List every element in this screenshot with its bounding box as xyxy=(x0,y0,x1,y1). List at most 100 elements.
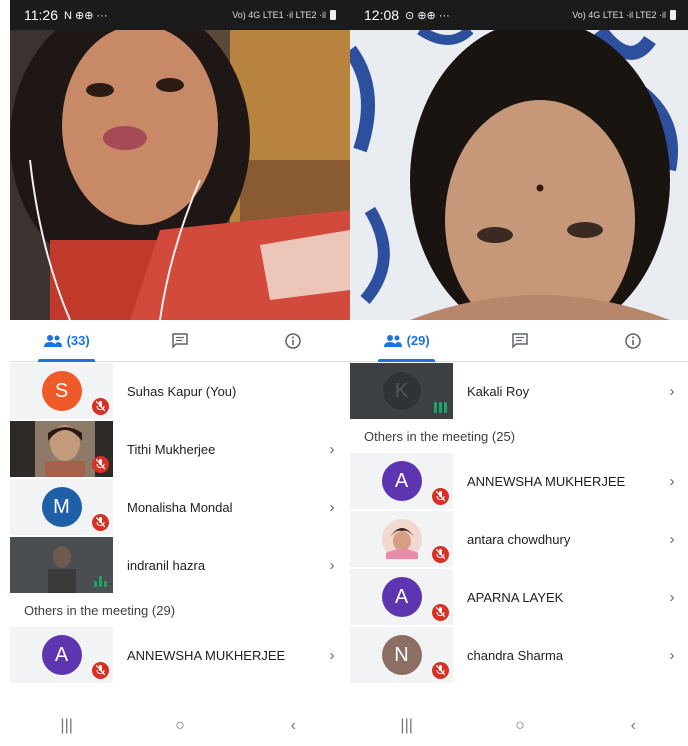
participant-row[interactable]: indranil hazra › xyxy=(10,536,350,594)
speaking-indicator-icon xyxy=(434,402,447,413)
main-video-feed[interactable] xyxy=(10,30,350,320)
tab-people[interactable]: (33) xyxy=(10,320,123,362)
participants-tabs: (29) xyxy=(350,320,688,362)
chevron-right-icon[interactable]: › xyxy=(320,441,344,458)
video-frame xyxy=(10,30,350,320)
android-nav-bar: ||| ○ ‹ xyxy=(10,706,350,746)
participant-video-thumbnail xyxy=(10,537,113,593)
participant-row[interactable]: N chandra Sharma › xyxy=(350,626,688,684)
mic-off-icon xyxy=(432,662,449,679)
battery-icon xyxy=(330,10,336,20)
chevron-right-icon[interactable]: › xyxy=(660,531,684,548)
signal-text: Vo) 4G LTE1 ·il LTE2 ·il xyxy=(572,10,666,20)
tab-people[interactable]: (29) xyxy=(350,320,463,362)
tab-chat[interactable] xyxy=(463,320,576,362)
avatar: A xyxy=(41,635,82,675)
tab-info[interactable] xyxy=(577,320,688,362)
participant-name: antara chowdhury xyxy=(467,531,571,547)
speaking-indicator-icon xyxy=(94,576,107,587)
chevron-right-icon[interactable]: › xyxy=(660,383,684,400)
people-count: (29) xyxy=(406,333,430,348)
participant-list: K Kakali Roy › Others in the meeting (25… xyxy=(350,362,688,684)
participant-name: Suhas Kapur (You) xyxy=(127,383,237,399)
participant-thumbnail: N xyxy=(350,627,453,683)
back-button[interactable]: ‹ xyxy=(603,717,663,735)
chevron-right-icon[interactable]: › xyxy=(320,499,344,516)
participant-thumbnail: A xyxy=(350,569,453,625)
back-button[interactable]: ‹ xyxy=(263,717,323,735)
participant-name: APARNA LAYEK xyxy=(467,589,564,605)
signal-text: Vo) 4G LTE1 ·il LTE2 ·il xyxy=(232,10,326,20)
participant-row[interactable]: M Monalisha Mondal › xyxy=(10,478,350,536)
avatar: N xyxy=(381,635,422,675)
mic-off-icon xyxy=(92,456,109,473)
status-icons: ⊙ ⊕⊕ ··· xyxy=(405,9,450,22)
left-phone-screen: 11:26 N ⊕⊕ ··· Vo) 4G LTE1 ·il LTE2 ·il xyxy=(10,0,350,746)
participant-row[interactable]: Tithi Mukherjee › xyxy=(10,420,350,478)
participant-name: ANNEWSHA MUKHERJEE xyxy=(127,647,286,663)
mic-off-icon xyxy=(92,398,109,415)
chevron-right-icon[interactable]: › xyxy=(320,647,344,664)
recents-button[interactable]: ||| xyxy=(377,717,437,735)
chat-icon xyxy=(172,332,188,349)
participant-thumbnail: A xyxy=(10,627,113,683)
right-phone-screen: 12:08 ⊙ ⊕⊕ ··· Vo) 4G LTE1 ·il LTE2 ·il xyxy=(350,0,688,746)
others-section-header: Others in the meeting (29) xyxy=(24,602,176,618)
participant-row[interactable]: A ANNEWSHA MUKHERJEE › xyxy=(10,626,350,684)
avatar: A xyxy=(381,461,422,501)
android-nav-bar: ||| ○ ‹ xyxy=(350,706,688,746)
participant-row: S Suhas Kapur (You) xyxy=(10,362,350,420)
battery-icon xyxy=(670,10,676,20)
status-icons: N ⊕⊕ ··· xyxy=(64,9,108,22)
people-icon xyxy=(43,334,62,347)
participant-name: Tithi Mukherjee xyxy=(127,441,216,457)
info-icon xyxy=(285,332,302,349)
participant-row[interactable]: antara chowdhury › xyxy=(350,510,688,568)
info-icon xyxy=(625,332,642,349)
home-button[interactable]: ○ xyxy=(490,717,550,735)
mic-off-icon xyxy=(92,514,109,531)
recents-button[interactable]: ||| xyxy=(37,717,97,735)
avatar: A xyxy=(381,577,422,617)
chevron-right-icon[interactable]: › xyxy=(660,589,684,606)
participant-name: indranil hazra xyxy=(127,557,206,573)
avatar xyxy=(381,519,422,559)
participant-name: Monalisha Mondal xyxy=(127,499,233,515)
mic-off-icon xyxy=(432,546,449,563)
participant-thumbnail: M xyxy=(10,479,113,535)
status-bar: 11:26 N ⊕⊕ ··· Vo) 4G LTE1 ·il LTE2 ·il xyxy=(10,0,350,30)
chevron-right-icon[interactable]: › xyxy=(660,647,684,664)
others-section-header: Others in the meeting (25) xyxy=(364,428,516,444)
mic-off-icon xyxy=(432,604,449,621)
participant-thumbnail: K xyxy=(350,363,453,419)
participant-video-thumbnail xyxy=(10,421,113,477)
home-button[interactable]: ○ xyxy=(150,717,210,735)
participant-row[interactable]: A ANNEWSHA MUKHERJEE › xyxy=(350,452,688,510)
avatar: M xyxy=(41,487,82,527)
status-bar: 12:08 ⊙ ⊕⊕ ··· Vo) 4G LTE1 ·il LTE2 ·il xyxy=(350,0,688,30)
chevron-right-icon[interactable]: › xyxy=(660,473,684,490)
participant-name: Kakali Roy xyxy=(467,383,530,399)
people-icon xyxy=(383,334,402,347)
avatar: S xyxy=(41,371,82,411)
participant-name: chandra Sharma xyxy=(467,647,564,663)
tab-info[interactable] xyxy=(237,320,350,362)
participant-row[interactable]: K Kakali Roy › xyxy=(350,362,688,420)
mic-off-icon xyxy=(92,662,109,679)
chevron-right-icon[interactable]: › xyxy=(320,557,344,574)
participant-row[interactable]: A APARNA LAYEK › xyxy=(350,568,688,626)
participant-thumbnail: A xyxy=(350,453,453,509)
participant-thumbnail xyxy=(350,511,453,567)
tab-chat[interactable] xyxy=(123,320,236,362)
chat-icon xyxy=(512,332,528,349)
participants-tabs: (33) xyxy=(10,320,350,362)
participant-list: S Suhas Kapur (You) Tithi Mukherjee › M … xyxy=(10,362,350,684)
video-frame xyxy=(350,30,688,320)
participant-name: ANNEWSHA MUKHERJEE xyxy=(467,473,626,489)
status-time: 12:08 xyxy=(364,7,400,23)
avatar: K xyxy=(381,371,422,411)
people-count: (33) xyxy=(66,333,90,348)
mic-off-icon xyxy=(432,488,449,505)
status-time: 11:26 xyxy=(24,7,58,23)
main-video-feed[interactable] xyxy=(350,30,688,320)
